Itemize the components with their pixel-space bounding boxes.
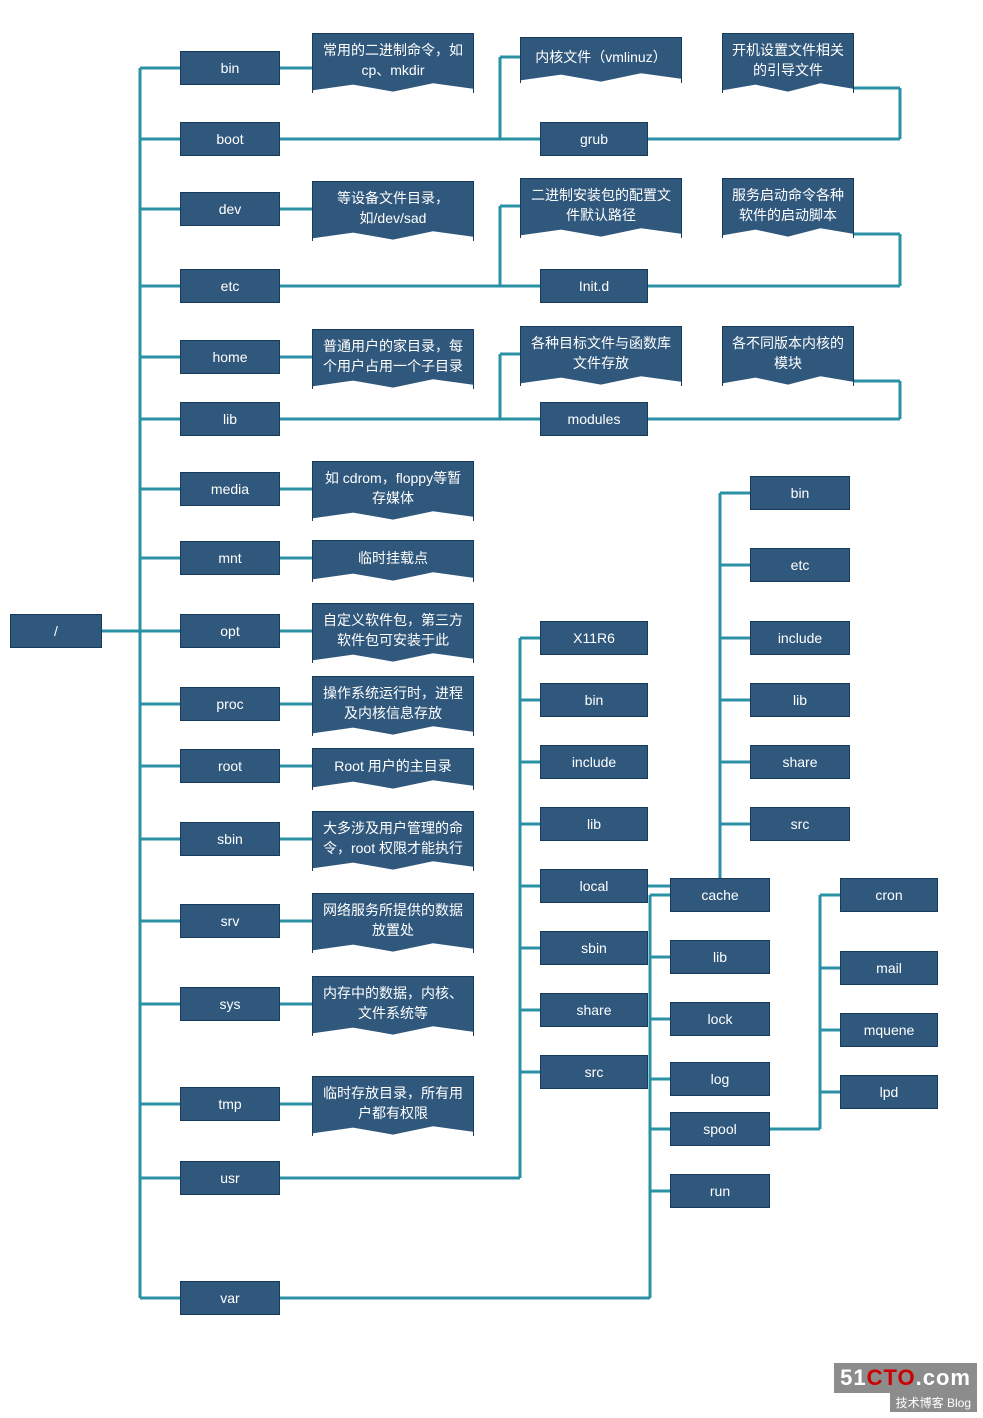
note-srv: 网络服务所提供的数据放置处 [312,893,474,953]
node-usr-sbin: sbin [540,931,648,965]
note-sbin: 大多涉及用户管理的命令，root 权限才能执行 [312,811,474,871]
node-opt: opt [180,614,280,648]
node-etc-initd: Init.d [540,269,648,303]
node-spool-mquene: mquene [840,1013,938,1047]
node-local-share: share [750,745,850,779]
node-usr-share: share [540,993,648,1027]
note-home: 普通用户的家目录，每个用户占用一个子目录 [312,329,474,389]
node-local-include: include [750,621,850,655]
note-opt: 自定义软件包，第三方软件包可安装于此 [312,603,474,663]
node-var: var [180,1281,280,1315]
note-mnt: 临时挂载点 [312,540,474,582]
node-boot-grub: grub [540,122,648,156]
node-spool-mail: mail [840,951,938,985]
node-usr-bin: bin [540,683,648,717]
node-root: / [10,614,102,648]
node-local-bin: bin [750,476,850,510]
node-sys: sys [180,987,280,1021]
node-etc: etc [180,269,280,303]
node-local-etc: etc [750,548,850,582]
note-boot-kernel: 内核文件（vmlinuz） [520,37,682,83]
node-boot: boot [180,122,280,156]
node-root: root [180,749,280,783]
node-spool-cron: cron [840,878,938,912]
note-dev: 等设备文件目录，如/dev/sad [312,181,474,241]
node-mnt: mnt [180,541,280,575]
node-lib-modules: modules [540,402,648,436]
node-dev: dev [180,192,280,226]
node-bin: bin [180,51,280,85]
node-usr: usr [180,1161,280,1195]
node-spool-lpd: lpd [840,1075,938,1109]
node-var-spool: spool [670,1112,770,1146]
node-tmp: tmp [180,1087,280,1121]
node-var-log: log [670,1062,770,1096]
note-etc-initd2: 服务启动命令各种软件的启动脚本 [722,178,854,238]
node-usr-src: src [540,1055,648,1089]
node-usr-local: local [540,869,648,903]
watermark: 51CTO.com 技术博客 Blog [834,1363,977,1412]
note-proc: 操作系统运行时，进程及内核信息存放 [312,676,474,736]
node-usr-include: include [540,745,648,779]
node-lib: lib [180,402,280,436]
watermark-tag: 技术博客 Blog [890,1393,977,1412]
node-srv: srv [180,904,280,938]
note-media: 如 cdrom，floppy等暂存媒体 [312,461,474,521]
node-var-lib: lib [670,940,770,974]
node-var-run: run [670,1174,770,1208]
note-sys: 内存中的数据，内核、文件系统等 [312,976,474,1036]
node-proc: proc [180,687,280,721]
node-local-src: src [750,807,850,841]
node-home: home [180,340,280,374]
node-var-lock: lock [670,1002,770,1036]
note-etc-initd: 二进制安装包的配置文件默认路径 [520,178,682,238]
watermark-site: 51CTO.com [834,1363,977,1393]
note-bin: 常用的二进制命令，如 cp、mkdir [312,33,474,93]
node-usr-x11r6: X11R6 [540,621,648,655]
node-media: media [180,472,280,506]
note-root: Root 用户的主目录 [312,748,474,790]
note-tmp: 临时存放目录，所有用户都有权限 [312,1076,474,1136]
note-lib-modules: 各种目标文件与函数库文件存放 [520,326,682,386]
note-lib-modules2: 各不同版本内核的模块 [722,326,854,386]
node-usr-lib: lib [540,807,648,841]
note-boot-grub: 开机设置文件相关的引导文件 [722,33,854,93]
node-sbin: sbin [180,822,280,856]
node-local-lib: lib [750,683,850,717]
node-var-cache: cache [670,878,770,912]
